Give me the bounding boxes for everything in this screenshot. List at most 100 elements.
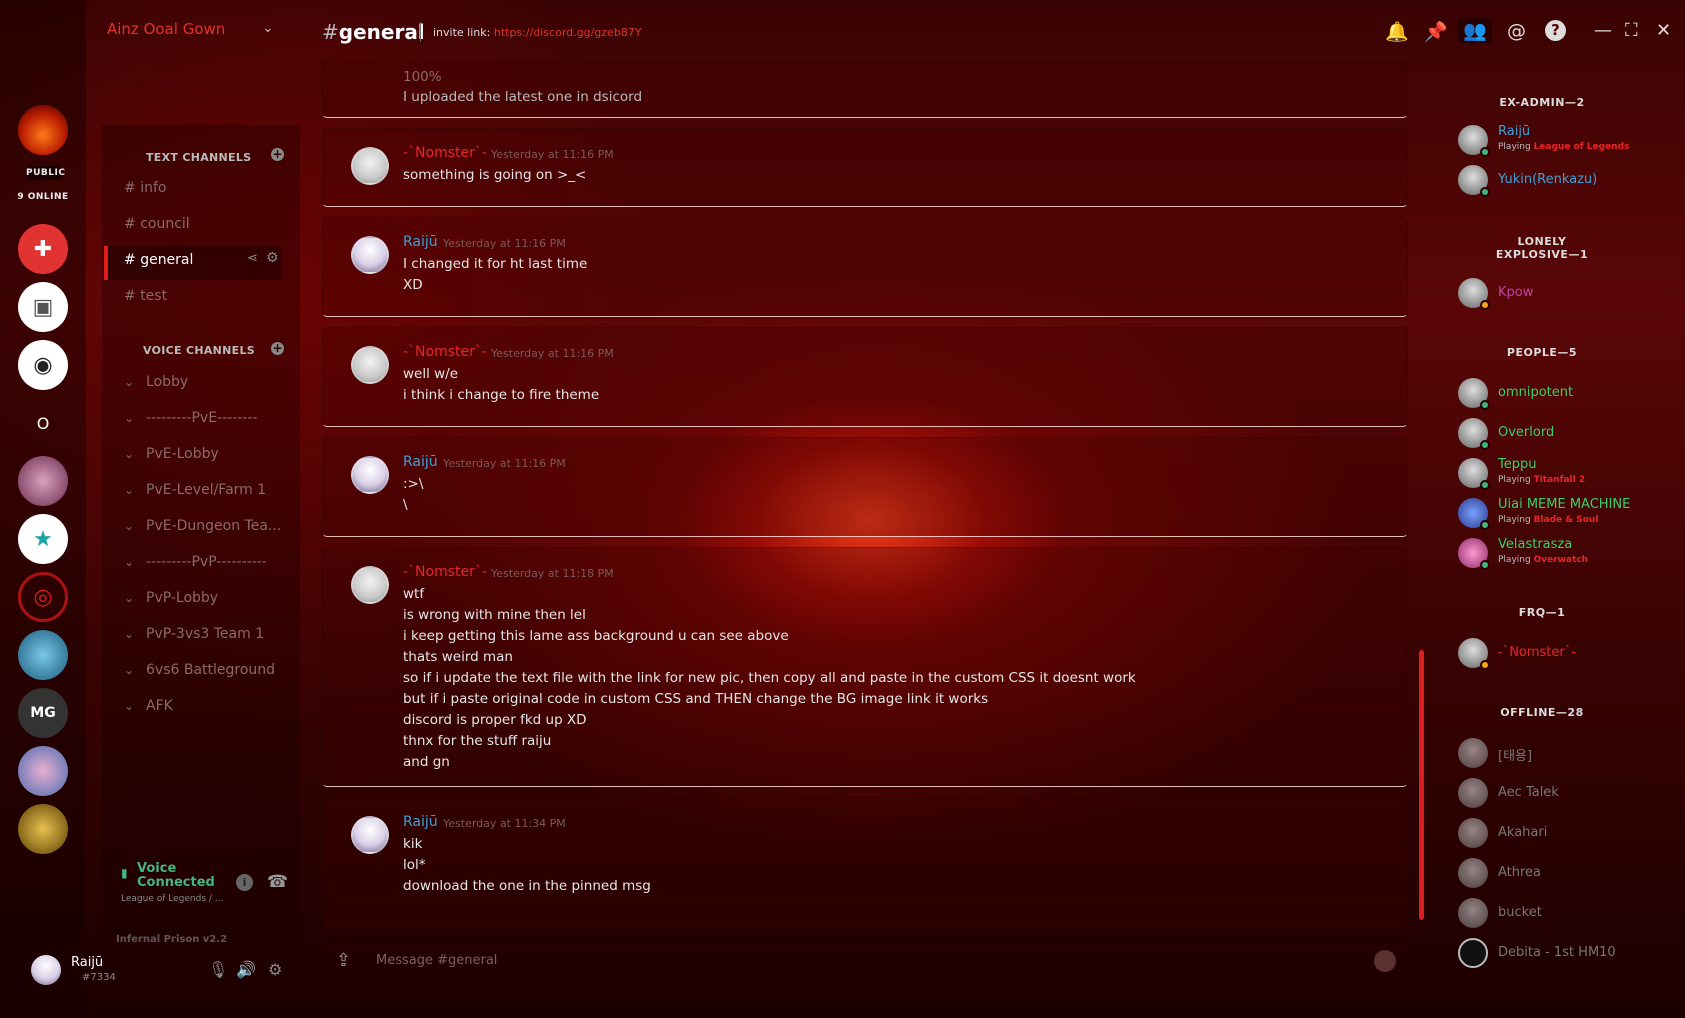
server-icon-sign[interactable]: [18, 804, 68, 854]
members-icon[interactable]: 👥: [1458, 18, 1492, 43]
voice-channel[interactable]: ⌄ PvE-Dungeon Tea...: [124, 518, 281, 534]
voice-channel[interactable]: ⌄ Lobby: [124, 374, 188, 390]
add-text-channel-icon[interactable]: +: [271, 148, 284, 161]
server-icon-mg[interactable]: MG: [18, 688, 68, 738]
invite-link[interactable]: https://discord.gg/gzeb87Y: [494, 26, 642, 39]
voice-channel[interactable]: ⌄ 6vs6 Battleground: [124, 662, 275, 678]
member-name[interactable]: Teppu: [1498, 457, 1536, 472]
message-input[interactable]: Message #general: [376, 953, 497, 968]
disconnect-icon[interactable]: ☎: [267, 872, 288, 892]
message-author[interactable]: Raijū: [403, 814, 438, 830]
gear-icon[interactable]: ⚙: [268, 960, 282, 979]
avatar[interactable]: [1458, 458, 1490, 490]
server-name[interactable]: Ainz Ooal Gown: [107, 20, 225, 38]
chevron-down-icon[interactable]: ⌄: [262, 20, 274, 36]
member-name[interactable]: Kpow: [1498, 285, 1533, 300]
pin-icon[interactable]: 📌: [1424, 20, 1448, 43]
avatar[interactable]: [31, 955, 61, 985]
share-icon[interactable]: ⋖: [247, 251, 258, 266]
avatar[interactable]: [1458, 498, 1490, 530]
emoji-icon[interactable]: [1374, 950, 1396, 972]
message-line: i think i change to fire theme: [403, 387, 600, 403]
mic-icon[interactable]: 🎙: [208, 960, 228, 979]
close-icon[interactable]: ✕: [1656, 20, 1671, 41]
member-name[interactable]: Aec Talek: [1498, 785, 1559, 800]
help-icon[interactable]: ?: [1545, 20, 1566, 41]
voice-channels-header[interactable]: VOICE CHANNELS: [143, 344, 255, 357]
voice-channel[interactable]: ⌄ PvP-3vs3 Team 1: [124, 626, 264, 642]
member-name[interactable]: Debita - 1st HM10: [1498, 945, 1616, 960]
server-icon-eye[interactable]: ◉: [18, 340, 68, 390]
avatar[interactable]: [351, 147, 389, 185]
member-name[interactable]: Yukin(Renkazu): [1498, 172, 1597, 187]
voice-channel[interactable]: ⌄ PvE-Lobby: [124, 446, 219, 462]
avatar[interactable]: [1458, 818, 1488, 848]
avatar[interactable]: [1458, 938, 1488, 968]
voice-channel[interactable]: ⌄ PvE-Level/Farm 1: [124, 482, 266, 498]
message-author[interactable]: -`Nomster`-: [403, 344, 487, 360]
avatar[interactable]: [351, 236, 389, 274]
avatar[interactable]: [1458, 278, 1490, 310]
message-author[interactable]: -`Nomster`-: [403, 564, 487, 580]
message-scrollbar[interactable]: [1419, 650, 1424, 920]
message-author[interactable]: Raijū: [403, 454, 438, 470]
channel-test[interactable]: # test: [124, 288, 167, 304]
member-name[interactable]: [태용]: [1498, 745, 1532, 764]
server-icon-girl[interactable]: [18, 746, 68, 796]
avatar[interactable]: [1458, 378, 1490, 410]
member-name[interactable]: Uiai MEME MACHINE: [1498, 497, 1630, 512]
gear-icon[interactable]: ⚙: [266, 250, 279, 266]
member-name[interactable]: Raijū: [1498, 124, 1530, 139]
avatar[interactable]: [351, 456, 389, 494]
avatar[interactable]: [1458, 858, 1488, 888]
voice-channel[interactable]: ⌄ ---------PvE--------: [124, 410, 257, 426]
server-icon-star[interactable]: ★: [18, 514, 68, 564]
channel-label: test: [140, 288, 168, 304]
info-icon[interactable]: i: [236, 874, 253, 891]
member-name[interactable]: Overlord: [1498, 425, 1554, 440]
voice-channel[interactable]: ⌄ AFK: [124, 698, 173, 714]
channel-general[interactable]: # general: [124, 252, 193, 268]
avatar[interactable]: [1458, 898, 1488, 928]
avatar[interactable]: [1458, 125, 1490, 157]
server-icon-o[interactable]: O: [18, 398, 68, 448]
server-icon-target[interactable]: ◎: [18, 572, 68, 622]
server-icon-robot[interactable]: ▣: [18, 282, 68, 332]
member-name[interactable]: omnipotent: [1498, 385, 1573, 400]
message-author[interactable]: -`Nomster`-: [403, 145, 487, 161]
member-name[interactable]: Athrea: [1498, 865, 1541, 880]
speaker-icon[interactable]: 🔊: [236, 960, 256, 979]
member-group-header: PEOPLE—5: [1506, 346, 1578, 359]
maximize-icon[interactable]: ⛶: [1625, 20, 1638, 41]
message-author[interactable]: Raijū: [403, 234, 438, 250]
chevron-down-icon: ⌄: [124, 591, 135, 605]
mention-icon[interactable]: @: [1507, 20, 1526, 42]
avatar[interactable]: [1458, 638, 1490, 670]
avatar[interactable]: [1458, 778, 1488, 808]
bell-icon[interactable]: 🔔: [1385, 20, 1409, 43]
avatar[interactable]: [1458, 738, 1488, 768]
avatar[interactable]: [1458, 538, 1490, 570]
add-voice-channel-icon[interactable]: +: [271, 342, 284, 355]
avatar[interactable]: [1458, 418, 1490, 450]
member-name[interactable]: -`Nomster`-: [1498, 645, 1576, 660]
text-channels-header[interactable]: TEXT CHANNELS: [146, 151, 251, 164]
voice-channel[interactable]: ⌄ PvP-Lobby: [124, 590, 218, 606]
message-timestamp: Yesterday at 11:16 PM: [443, 237, 566, 250]
channel-info[interactable]: # info: [124, 180, 166, 196]
upload-icon[interactable]: ⇪: [336, 950, 351, 971]
avatar[interactable]: [1458, 165, 1490, 197]
server-icon-red[interactable]: ✚: [18, 224, 68, 274]
channel-council[interactable]: # council: [124, 216, 190, 232]
server-icon-ainz[interactable]: [18, 105, 68, 155]
avatar[interactable]: [351, 566, 389, 604]
server-icon-shark[interactable]: [18, 630, 68, 680]
server-icon-anime[interactable]: [18, 456, 68, 506]
member-name[interactable]: Akahari: [1498, 825, 1547, 840]
voice-channel[interactable]: ⌄ ---------PvP----------: [124, 554, 267, 570]
minimize-icon[interactable]: —: [1594, 20, 1612, 41]
member-name[interactable]: Velastrasza: [1498, 537, 1572, 552]
avatar[interactable]: [351, 816, 389, 854]
avatar[interactable]: [351, 346, 389, 384]
member-name[interactable]: bucket: [1498, 905, 1542, 920]
